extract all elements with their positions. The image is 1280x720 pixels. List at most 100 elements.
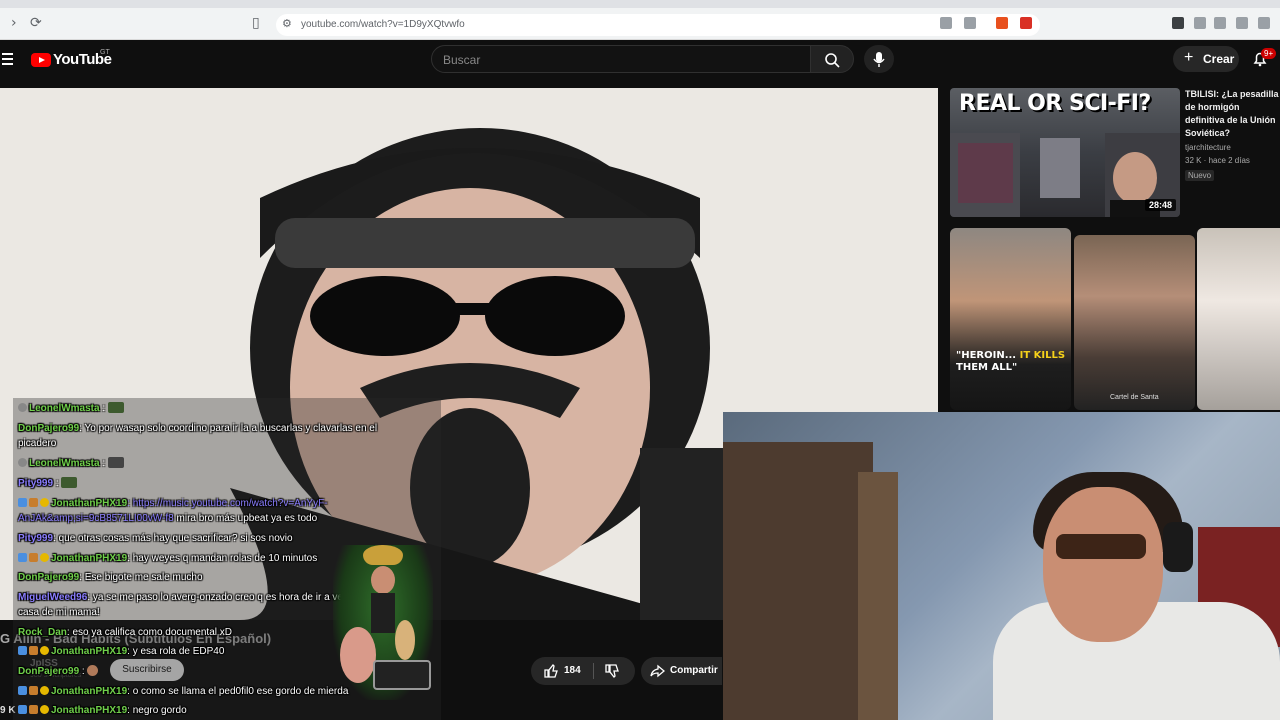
music-icon[interactable] — [1214, 17, 1226, 29]
youtube-logo[interactable]: YouTube GT — [31, 49, 112, 68]
profile-icon[interactable] — [1258, 17, 1270, 29]
badge-icon — [40, 686, 49, 695]
short-thumbnail[interactable]: "HEROIN... IT KILLS THEM ALL" — [950, 228, 1071, 410]
webcam-overlay — [723, 412, 1280, 720]
brave-shield-icon[interactable] — [996, 17, 1008, 29]
forward-icon[interactable]: › — [11, 15, 17, 31]
chat-username: MiguelWeed96 — [18, 592, 88, 603]
badge-icon — [40, 498, 49, 507]
badge-icon — [29, 646, 38, 655]
chat-message: DonPajero99: Yo por wasap solo coordino … — [18, 421, 418, 451]
streamer-face — [1043, 487, 1163, 642]
new-badge: Nuevo — [1185, 170, 1215, 181]
search-button[interactable] — [810, 45, 854, 73]
short-thumbnail[interactable]: Cartel de Santa — [1074, 235, 1195, 410]
address-bar[interactable]: ⚙ youtube.com/watch?v=1D9yXQtvwfo — [276, 14, 1040, 36]
search-icon — [825, 53, 840, 68]
browser-toolbar: › ⟳ ▯ ⚙ youtube.com/watch?v=1D9yXQtvwfo — [0, 0, 1280, 40]
chat-message: DonPajero99 : — [18, 664, 99, 679]
chat-username: LeonelWmasta — [29, 458, 100, 469]
chat-text: : o como se llama el ped0fil0 ese gordo … — [127, 686, 349, 697]
url-text[interactable]: youtube.com/watch?v=1D9yXQtvwfo — [301, 19, 465, 30]
mod-badge-icon — [18, 403, 27, 412]
chat-message: JonathanPHX19: y esa rola de EDP40 — [18, 644, 224, 659]
tab-strip[interactable] — [0, 0, 1280, 8]
recommended-info[interactable]: TBILISI: ¿La pesadilla de hormigón defin… — [1185, 88, 1280, 183]
short-caption-line1: "HEROIN... — [956, 350, 1017, 361]
short-caption-highlight: IT KILLS — [1019, 350, 1066, 361]
youtube-header: YouTube GT Buscar + Crear 9+ — [0, 40, 1280, 88]
menu-icon[interactable] — [2, 53, 13, 65]
chat-username: DonPajero99 — [18, 423, 80, 434]
badge-icon — [29, 498, 38, 507]
chat-text: : Yo por wasap solo coordino para ir la … — [79, 423, 378, 434]
notifications-badge: 9+ — [1261, 48, 1277, 59]
short-caption: "HEROIN... IT KILLS THEM ALL" — [956, 350, 1065, 374]
chat-message: LeonelWmasta : — [18, 401, 124, 416]
short-caption-line2: THEM ALL" — [956, 362, 1018, 373]
chat-text: : y esa rola de EDP40 — [127, 646, 225, 657]
boombox-icon — [373, 660, 431, 690]
share-icon — [650, 664, 665, 678]
cast-icon[interactable] — [964, 17, 976, 29]
badge-icon — [18, 686, 27, 695]
chat-username: JonathanPHX19 — [51, 498, 128, 509]
youtube-play-icon — [31, 52, 51, 67]
plus-icon: + — [1184, 49, 1194, 66]
search-input[interactable]: Buscar — [431, 45, 811, 73]
translate-icon[interactable] — [940, 17, 952, 29]
warning-icon[interactable] — [1020, 17, 1032, 29]
chat-username: Rock_Dan — [18, 627, 67, 638]
share-button[interactable]: Compartir — [641, 657, 722, 685]
badge-icon — [29, 553, 38, 562]
chat-username: JonathanPHX19 — [51, 553, 128, 564]
bookmark-icon[interactable]: ▯ — [252, 15, 260, 31]
badge-icon — [29, 705, 38, 714]
badge-icon — [18, 705, 27, 714]
search-placeholder: Buscar — [443, 53, 481, 67]
site-info-icon[interactable]: ⚙ — [282, 17, 292, 30]
bookshelf — [723, 442, 873, 720]
share-label: Compartir — [670, 665, 718, 676]
chat-username: Pity999 — [18, 478, 54, 489]
chat-text: : negro gordo — [127, 705, 187, 716]
puzzle-icon[interactable] — [1194, 17, 1206, 29]
dislike-icon[interactable] — [604, 663, 620, 679]
emote-icon — [107, 457, 124, 468]
like-dislike-group: 184 — [531, 657, 635, 685]
chat-message: Rock_Dan: eso ya califica como documenta… — [18, 625, 232, 640]
badge-icon — [18, 498, 27, 507]
badge-icon — [40, 705, 49, 714]
recommended-title[interactable]: TBILISI: ¿La pesadilla de hormigón defin… — [1185, 88, 1280, 140]
video-duration: 28:48 — [1144, 199, 1176, 211]
badge-icon — [29, 686, 38, 695]
like-icon[interactable] — [543, 663, 559, 679]
chat-message: JonathanPHX19: negro gordo — [18, 703, 187, 718]
chat-username: JonathanPHX19 — [51, 686, 128, 697]
chat-message: Pity999: que otras cosas más hay que sac… — [18, 531, 293, 546]
voice-search-button[interactable] — [864, 45, 894, 73]
chat-text: picadero — [18, 438, 57, 449]
microphone-icon — [873, 52, 885, 67]
short-thumbnail[interactable] — [1197, 228, 1280, 410]
extension-icon[interactable] — [1172, 17, 1184, 29]
emote-icon — [107, 402, 124, 413]
badge-icon — [18, 646, 27, 655]
sidebar-icon[interactable] — [1236, 17, 1248, 29]
chat-link[interactable]: : https://music.youtube.com/watch?v=AnYy… — [127, 498, 327, 509]
recommended-channel[interactable]: tjarchitecture — [1185, 143, 1280, 152]
create-button[interactable]: + Crear — [1173, 46, 1239, 72]
like-count: 184 — [564, 665, 581, 676]
chat-link[interactable]: AnJAk&amp;si=9cB8571LI00vW-f8 — [18, 513, 174, 524]
reload-icon[interactable]: ⟳ — [30, 15, 42, 31]
recommended-meta: 32 K · hace 2 días — [1185, 156, 1250, 165]
short-caption: Cartel de Santa — [1110, 394, 1159, 401]
chat-text: : eso ya califica como documental xD — [66, 627, 232, 638]
like-separator — [593, 663, 594, 679]
badge-icon — [40, 553, 49, 562]
headset — [1163, 522, 1193, 572]
chat-username: JonathanPHX19 — [51, 705, 128, 716]
badge-icon — [40, 646, 49, 655]
bookshelf-side — [858, 472, 898, 720]
recommended-thumbnail[interactable]: REAL OR SCI-FI? 28:48 — [950, 88, 1180, 217]
